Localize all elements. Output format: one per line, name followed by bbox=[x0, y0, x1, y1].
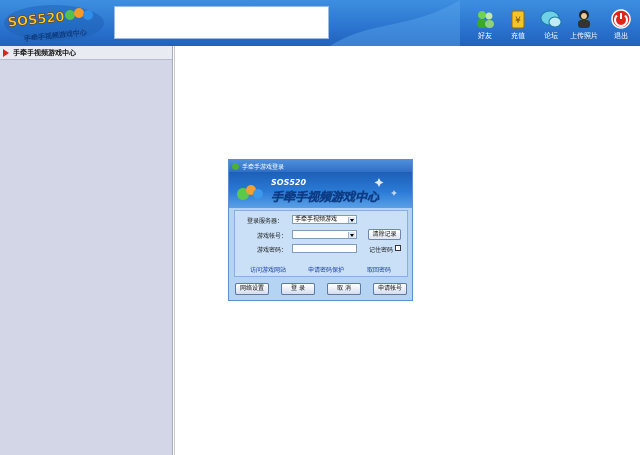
chevron-down-icon[interactable] bbox=[348, 217, 355, 223]
banner-title: 手牵手视频游戏中心 bbox=[271, 190, 380, 204]
network-settings-button[interactable]: 网络设置 bbox=[235, 283, 269, 295]
remember-password-checkbox[interactable] bbox=[395, 245, 401, 251]
arrow-right-icon bbox=[3, 48, 9, 57]
friends-label: 好友 bbox=[478, 32, 492, 40]
banner-logo: SOS520 bbox=[271, 178, 306, 187]
exit-button[interactable]: 退出 bbox=[604, 8, 638, 46]
dialog-title: 手牵手游戏登录 bbox=[242, 163, 285, 171]
upload-photo-button[interactable]: 上传照片 bbox=[567, 8, 601, 46]
svg-text:¥: ¥ bbox=[515, 16, 521, 26]
password-field[interactable] bbox=[292, 244, 357, 253]
remember-label: 记住密码 bbox=[369, 247, 394, 254]
ad-banner[interactable] bbox=[114, 6, 329, 39]
recharge-button[interactable]: ¥ 充值 bbox=[501, 8, 535, 46]
recover-password-link[interactable]: 取回密码 bbox=[367, 265, 391, 274]
forum-icon bbox=[540, 10, 562, 28]
server-label: 登录服务器： bbox=[247, 218, 284, 225]
login-form: 登录服务器： 手牵手视频游戏 游戏帐号： 清除记录 游戏密码： 记住密码 访问游… bbox=[234, 210, 408, 277]
apply-protection-link[interactable]: 申请密码保护 bbox=[308, 265, 344, 274]
visit-site-link[interactable]: 访问游戏网站 bbox=[250, 265, 286, 274]
account-combo[interactable] bbox=[292, 230, 357, 239]
cancel-button[interactable]: 取 消 bbox=[327, 283, 361, 295]
sidebar: 手牵手视频游戏中心 bbox=[0, 46, 173, 455]
account-label: 游戏帐号： bbox=[257, 233, 288, 240]
banner-art: SOS520 手牵手视频游戏中心 bbox=[237, 178, 397, 204]
upload-photo-label: 上传照片 bbox=[570, 32, 598, 40]
header-decoration bbox=[330, 0, 460, 46]
dialog-titlebar[interactable]: 手牵手游戏登录 bbox=[229, 160, 412, 172]
exit-label: 退出 bbox=[614, 32, 628, 40]
sidebar-title: 手牵手视频游戏中心 bbox=[13, 48, 76, 57]
sidebar-header[interactable]: 手牵手视频游戏中心 bbox=[0, 46, 172, 60]
recharge-label: 充值 bbox=[511, 32, 525, 40]
login-dialog: 手牵手游戏登录 SOS520 手牵手视频游戏中心 登录服务器： 手牵手视频游戏 … bbox=[228, 159, 413, 301]
friends-icon bbox=[477, 11, 494, 28]
top-header: SOS520 手牵手视频游戏中心 好友 ¥ 充值 论坛 上传照片 退出 bbox=[0, 0, 640, 46]
upload-photo-icon bbox=[578, 10, 590, 28]
recharge-icon: ¥ bbox=[511, 10, 525, 29]
register-account-button[interactable]: 申请帐号 bbox=[373, 283, 407, 295]
server-value: 手牵手视频游戏 bbox=[295, 216, 338, 223]
forum-button[interactable]: 论坛 bbox=[534, 8, 568, 46]
clear-record-button[interactable]: 清除记录 bbox=[368, 229, 401, 240]
exit-icon bbox=[611, 9, 631, 29]
password-label: 游戏密码： bbox=[257, 247, 288, 254]
login-button[interactable]: 登 录 bbox=[281, 283, 315, 295]
forum-label: 论坛 bbox=[544, 32, 558, 40]
app-logo: SOS520 手牵手视频游戏中心 bbox=[4, 5, 104, 43]
chevron-down-icon[interactable] bbox=[348, 232, 355, 238]
dialog-banner: SOS520 手牵手视频游戏中心 bbox=[229, 172, 412, 208]
friends-button[interactable]: 好友 bbox=[468, 8, 502, 46]
app-small-icon bbox=[232, 162, 239, 170]
server-select[interactable]: 手牵手视频游戏 bbox=[292, 215, 357, 224]
